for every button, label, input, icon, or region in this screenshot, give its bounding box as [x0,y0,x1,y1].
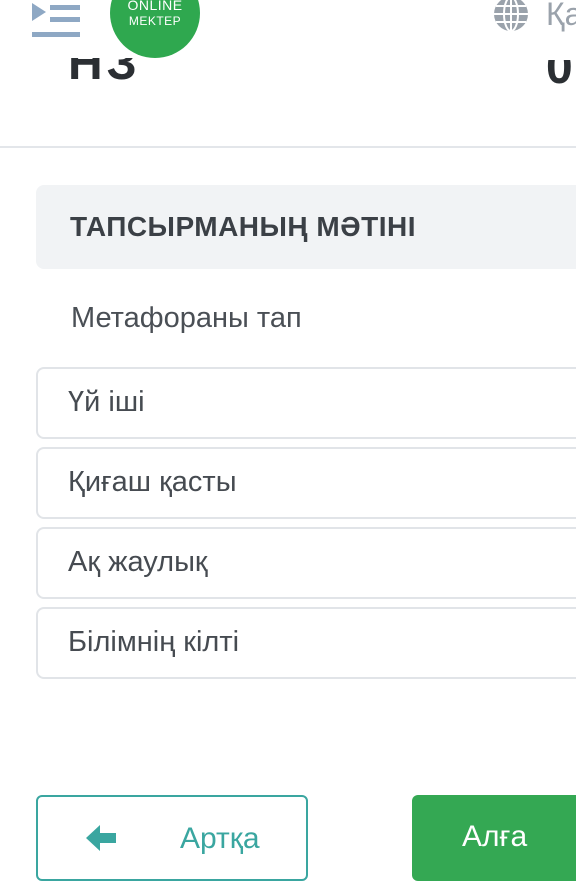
task-question: Метафораны тап [71,302,302,334]
menu-icon[interactable] [30,3,82,39]
language-selector[interactable]: Қа [546,0,576,33]
header-fragment-left-text: НЗ [68,58,141,90]
answer-option-label: Ақ жаулық [68,546,208,578]
answer-option-label: Білімнің кілті [68,626,240,658]
online-mektep-logo[interactable]: ONLINE MEKTEP [110,0,200,58]
task-section-header: ТАПСЫРМАНЫҢ МӘТІНІ [36,185,576,269]
back-button-label: Артқа [180,822,260,855]
answer-options: Үй іші Қиғаш қасты Ақ жаулық Білімнің кі… [36,367,576,687]
answer-option-label: Үй іші [68,386,145,418]
answer-option-3[interactable]: Ақ жаулық [36,527,576,599]
page: ONLINE MEKTEP Қа НЗ 0 ТАПСЫРМАНЫҢ МӘТІНІ… [0,0,576,894]
header-fragment-left: НЗ [68,58,148,92]
back-button[interactable]: Артқа [36,795,308,881]
answer-option-2[interactable]: Қиғаш қасты [36,447,576,519]
answer-option-4[interactable]: Білімнің кілті [36,607,576,679]
answer-option-label: Қиғаш қасты [68,466,237,498]
top-header: ONLINE MEKTEP Қа НЗ 0 [0,0,576,148]
next-button-label: Алға [462,820,528,853]
arrow-left-icon [86,825,116,851]
logo-line2: MEKTEP [128,14,182,28]
globe-icon[interactable] [492,0,530,32]
logo-line1: ONLINE [127,0,183,13]
header-fragment-right-text: 0 [546,60,573,94]
next-button[interactable]: Алға [412,795,576,881]
answer-option-1[interactable]: Үй іші [36,367,576,439]
header-fragment-right: 0 [546,60,576,96]
task-section-title: ТАПСЫРМАНЫҢ МӘТІНІ [70,211,416,242]
